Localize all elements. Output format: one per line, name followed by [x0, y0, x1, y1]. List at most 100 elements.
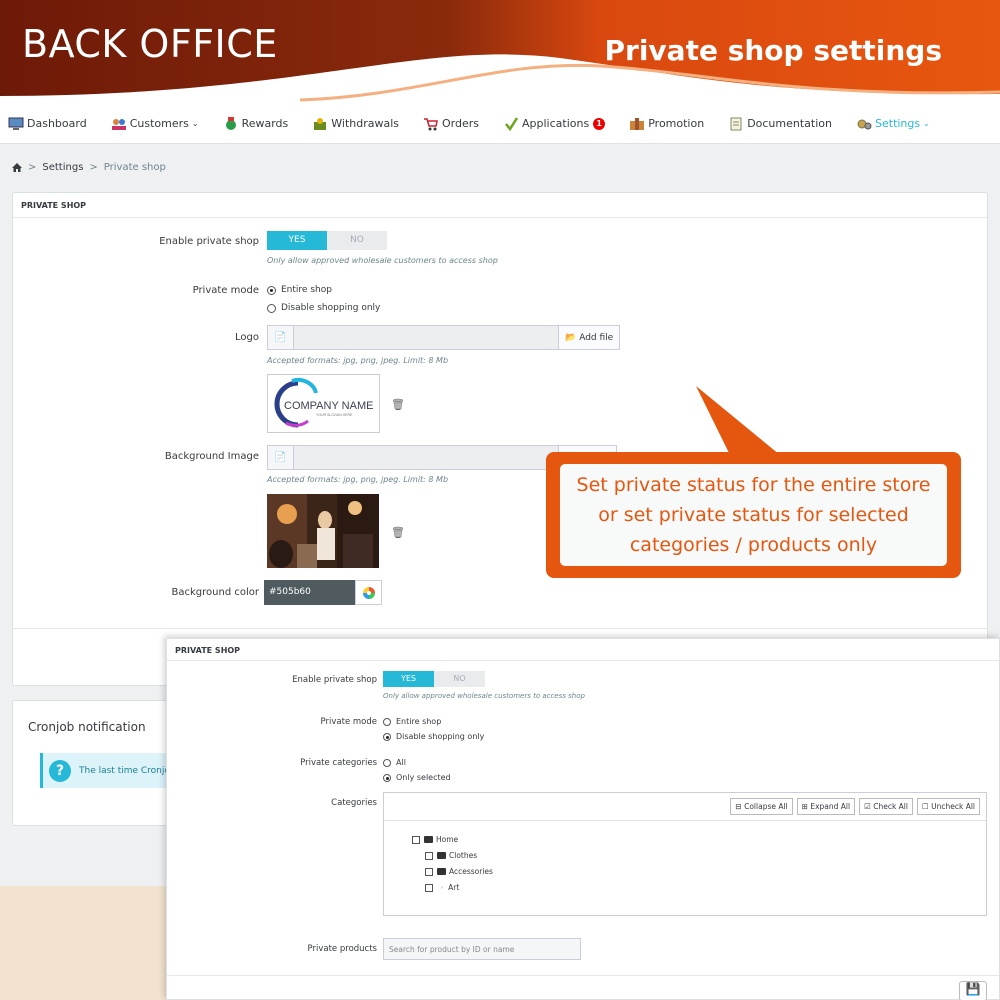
tree-item-clothes[interactable]: Clothes [425, 851, 477, 860]
banner-right-title: Private shop settings [604, 34, 943, 67]
enable-private-shop-label: Enable private shop [159, 236, 259, 247]
collapse-all-button[interactable]: ⊟ Collapse All [730, 798, 793, 815]
collapse-icon: ⊟ [735, 802, 742, 811]
radio-categories-all[interactable]: All [383, 758, 406, 767]
nav-item-orders[interactable]: Orders [423, 117, 479, 131]
switch-yes[interactable]: YES [383, 671, 434, 687]
switch-no[interactable]: NO [327, 231, 387, 250]
private-shop-panel: PRIVATE SHOP Enable private shop YES NO … [12, 192, 988, 686]
tree-item-home[interactable]: Home [412, 835, 458, 844]
radio-disable-shopping[interactable]: Disable shopping only [383, 732, 484, 741]
nav-label-settings: Settings [875, 117, 921, 130]
background-image-label: Background Image [164, 451, 259, 462]
uncheck-all-label: Uncheck All [931, 802, 975, 811]
tree-checkbox[interactable] [412, 835, 420, 844]
panel-footer-divider [167, 975, 999, 976]
trash-icon[interactable]: 🗑 [391, 526, 405, 539]
nav-item-applications[interactable]: Applications 1 [503, 116, 606, 131]
color-wheel-icon[interactable] [355, 580, 382, 605]
file-icon: 📄 [268, 326, 294, 349]
nav-item-documentation[interactable]: Documentation [728, 117, 832, 131]
panel-footer-divider [13, 628, 987, 629]
radio-circle[interactable] [383, 758, 391, 767]
switch-no[interactable]: NO [434, 671, 485, 687]
question-icon: ? [49, 759, 71, 782]
tree-label: Clothes [449, 851, 478, 860]
folder-icon [437, 868, 446, 875]
breadcrumb-separator: > [28, 162, 37, 173]
logo-formats-help: Accepted formats: jpg, png, jpeg. Limit:… [267, 356, 449, 365]
nav-label-promotion: Promotion [648, 117, 705, 130]
radio-label: Entire shop [281, 285, 332, 295]
logo-label: Logo [235, 332, 259, 343]
radio-circle-checked[interactable] [267, 285, 276, 295]
nav-item-promotion[interactable]: Promotion [629, 117, 704, 131]
radio-entire-shop[interactable]: Entire shop [267, 285, 332, 295]
check-all-button[interactable]: ☑ Check All [859, 798, 913, 815]
radio-circle[interactable] [267, 303, 276, 313]
product-search-input[interactable]: Search for product by ID or name [383, 938, 581, 960]
company-logo-image: COMPANY NAME YOUR SLOGAN HERE [274, 377, 373, 428]
nav-item-withdrawals[interactable]: Withdrawals [312, 117, 399, 131]
radio-label: Disable shopping only [281, 303, 381, 313]
radio-label: Entire shop [396, 717, 442, 726]
file-name-field[interactable] [294, 446, 558, 469]
checkbox-empty-icon: ☐ [921, 802, 929, 811]
background-color-label: Background color [171, 587, 259, 598]
file-icon: 📄 [268, 446, 294, 469]
background-color-picker[interactable]: #505b60 [264, 580, 382, 605]
tree-item-art[interactable]: ◦ Art [425, 883, 459, 892]
tree-checkbox[interactable] [425, 867, 433, 876]
promotion-icon [630, 117, 645, 130]
private-shop-panel-categories: PRIVATE SHOP Enable private shop YES NO … [166, 638, 1000, 1000]
logo-file-input[interactable]: 📄 📂 Add file [267, 325, 621, 350]
tree-checkbox[interactable] [425, 851, 433, 860]
expand-icon: ⊞ [801, 802, 808, 811]
private-categories-label: Private categories [300, 758, 377, 768]
radio-disable-shopping[interactable]: Disable shopping only [267, 303, 380, 313]
nav-item-rewards[interactable]: Rewards [223, 116, 289, 131]
radio-categories-selected[interactable]: Only selected [383, 773, 451, 782]
radio-circle[interactable] [383, 717, 391, 726]
expand-all-button[interactable]: ⊞ Expand All [796, 798, 856, 815]
tree-checkbox[interactable] [425, 883, 433, 892]
categories-label: Categories [331, 798, 377, 808]
trash-icon[interactable]: 🗑 [391, 398, 405, 411]
uncheck-all-button[interactable]: ☐ Uncheck All [916, 798, 980, 815]
switch-yes[interactable]: YES [267, 231, 327, 250]
radio-circle-checked[interactable] [383, 732, 391, 741]
tree-item-accessories[interactable]: Accessories [425, 867, 493, 876]
nav-label-withdrawals: Withdrawals [331, 117, 400, 130]
nav-item-customers[interactable]: Customers ⌄ [111, 117, 199, 131]
color-value-field[interactable]: #505b60 [264, 580, 355, 605]
home-icon[interactable] [12, 163, 22, 172]
customers-icon [111, 118, 126, 130]
breadcrumb-settings[interactable]: Settings [42, 162, 83, 173]
background-image-preview [267, 494, 379, 568]
nav-label-rewards: Rewards [241, 117, 289, 130]
settings-icon [857, 119, 872, 129]
chevron-down-icon: ⌄ [923, 119, 930, 128]
enable-help-text: Only allow approved wholesale customers … [267, 256, 498, 265]
save-button[interactable]: 💾 [959, 981, 987, 1000]
add-file-button[interactable]: 📂 Add file [558, 326, 620, 349]
logo-preview: COMPANY NAME YOUR SLOGAN HERE [267, 374, 380, 433]
breadcrumb-current: Private shop [103, 162, 166, 173]
enable-private-shop-switch: YES NO [383, 671, 485, 687]
panel-title: PRIVATE SHOP [13, 193, 987, 218]
chevron-down-icon: ⌄ [191, 119, 199, 128]
nav-item-dashboard[interactable]: Dashboard [8, 117, 87, 131]
nav-label-orders: Orders [442, 117, 480, 130]
radio-entire-shop[interactable]: Entire shop [383, 717, 441, 726]
tree-label: Art [448, 883, 460, 892]
top-nav: Dashboard Customers ⌄ Rewards Withdrawal… [0, 104, 1000, 144]
panel-title: PRIVATE SHOP [167, 639, 999, 661]
cronjob-text: The last time Cronjob [79, 765, 176, 776]
cronjob-title: Cronjob notification [28, 720, 146, 734]
background-formats-help: Accepted formats: jpg, png, jpeg. Limit:… [267, 475, 449, 484]
save-icon: 💾 [965, 982, 981, 996]
file-name-field[interactable] [294, 326, 558, 349]
radio-circle-checked[interactable] [383, 773, 391, 782]
radio-label: All [396, 758, 406, 767]
nav-item-settings[interactable]: Settings ⌄ [856, 117, 930, 131]
